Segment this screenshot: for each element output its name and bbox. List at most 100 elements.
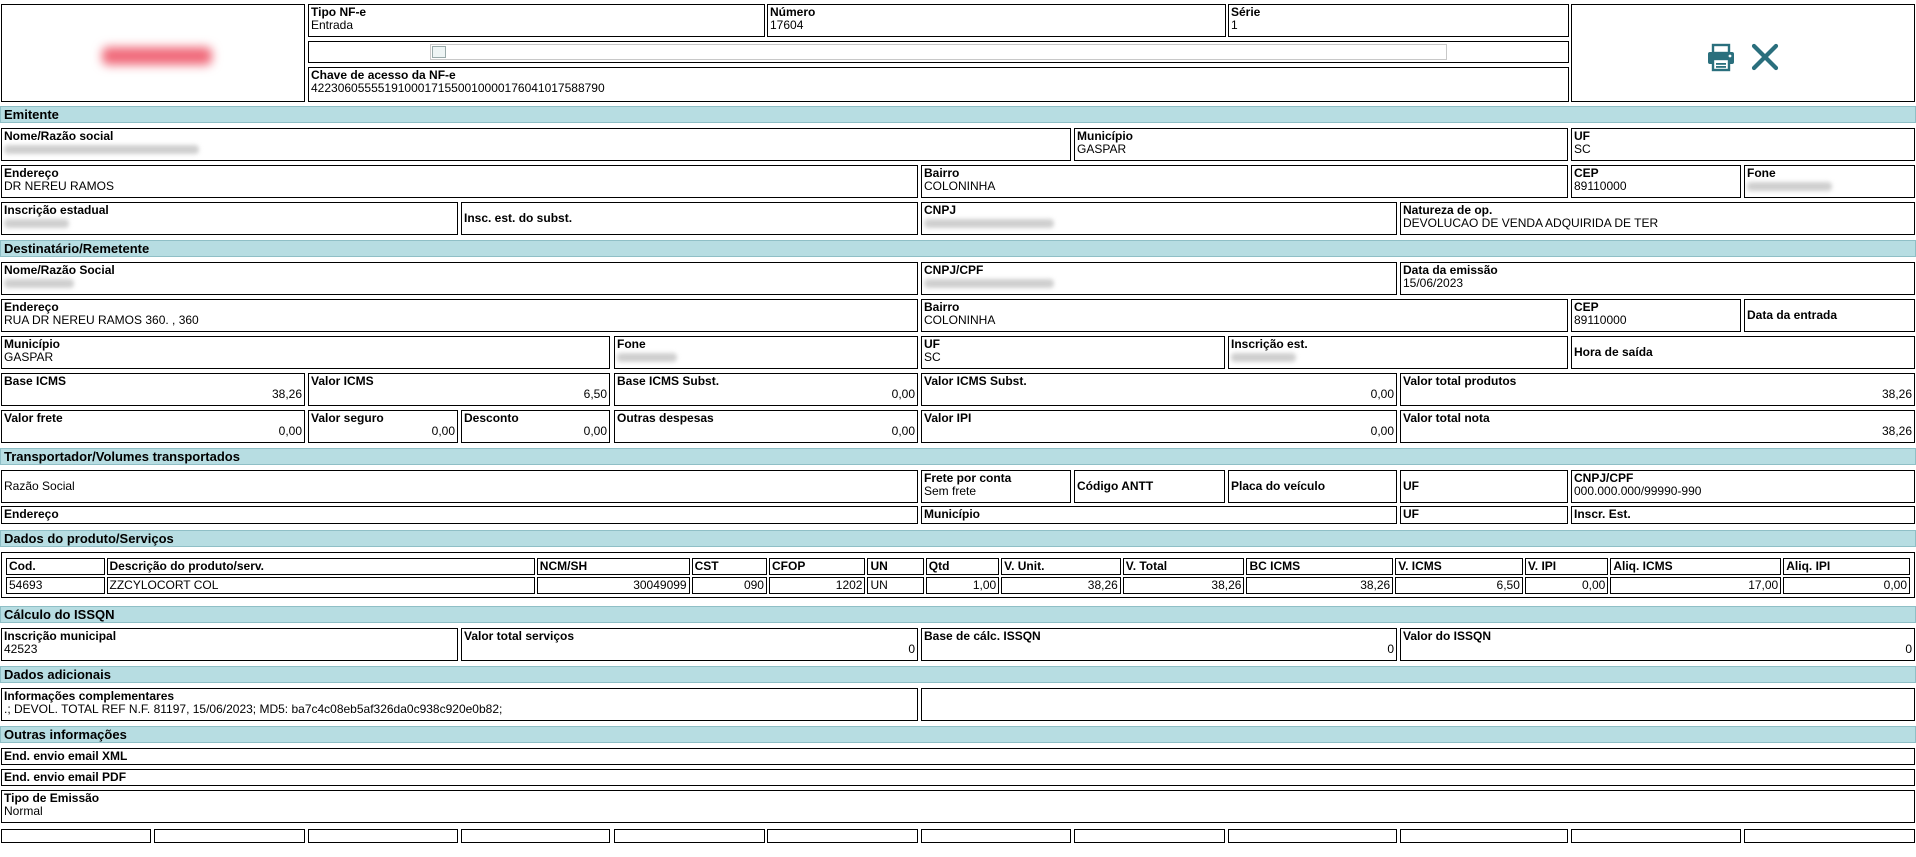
dest-emissao-value: 15/06/2023	[1403, 276, 1464, 290]
base-icms-field: Base ICMS 38,26	[1, 373, 305, 406]
emitente-nome-value	[4, 143, 1068, 156]
base-icms-st-value: 0,00	[891, 387, 915, 401]
spacer-cell	[921, 829, 1071, 843]
barcode-image	[430, 44, 1447, 60]
dest-municipio-value: GASPAR	[4, 350, 54, 364]
section-produtos: Dados do produto/Serviços	[0, 530, 1916, 547]
print-button[interactable]	[1704, 41, 1738, 73]
desconto-value: 0,00	[583, 424, 607, 438]
table-row: 54693 ZZCYLOCORT COL 30049099 090 1202 U…	[6, 577, 1910, 594]
transp-ie-label: Inscr. Est.	[1574, 507, 1631, 521]
valor-icms-st-value: 0,00	[1370, 387, 1394, 401]
dest-nome-field: Nome/Razão Social	[1, 262, 918, 295]
outras-despesas-value: 0,00	[891, 424, 915, 438]
issqn-im-field: Inscrição municipal 42523	[1, 628, 458, 661]
spacer-cell	[1744, 829, 1915, 843]
dest-fone-value	[617, 351, 915, 364]
info-complementares-field: Informações complementares .; DEVOL. TOT…	[1, 688, 918, 721]
numero-field: Número 17604	[767, 4, 1226, 37]
dest-uf-label: UF	[924, 337, 940, 351]
section-transportador: Transportador/Volumes transportados	[0, 448, 1916, 465]
cell-qtd: 1,00	[925, 577, 1000, 594]
emitente-ie-label: Inscrição estadual	[4, 203, 109, 217]
info-complementares-value: .; DEVOL. TOTAL REF N.F. 81197, 15/06/20…	[4, 702, 503, 716]
dest-uf-value: SC	[924, 350, 941, 364]
col-un: UN	[867, 558, 924, 575]
info-fisco-field	[921, 688, 1915, 721]
col-descricao: Descrição do produto/serv.	[106, 558, 535, 575]
col-cst: CST	[691, 558, 767, 575]
emitente-bairro-field: Bairro COLONINHA	[921, 165, 1568, 198]
cell-cfop: 1202	[768, 577, 866, 594]
transp-placa-label: Placa do veículo	[1231, 479, 1326, 493]
emitente-municipio-value: GASPAR	[1077, 142, 1127, 156]
valor-seguro-value: 0,00	[431, 424, 455, 438]
dest-municipio-field: Município GASPAR	[1, 336, 610, 369]
close-icon	[1751, 43, 1779, 71]
col-vipi: V. IPI	[1524, 558, 1609, 575]
emitente-fone-field: Fone	[1744, 165, 1915, 198]
valor-frete-label: Valor frete	[4, 411, 63, 425]
transp-razao-label: Razão Social	[4, 479, 75, 493]
cell-descricao: ZZCYLOCORT COL	[106, 577, 535, 594]
tipo-emissao-value: Normal	[4, 804, 43, 818]
total-produtos-field: Valor total produtos 38,26	[1400, 373, 1915, 406]
total-nota-value: 38,26	[1881, 424, 1912, 438]
total-nota-field: Valor total nota 38,26	[1400, 410, 1915, 443]
issqn-valor-value: 0	[1905, 642, 1912, 656]
dest-cnpj-label: CNPJ/CPF	[924, 263, 984, 277]
tipo-nfe-field: Tipo NF-e Entrada	[308, 4, 765, 37]
transp-antt-label: Código ANTT	[1077, 479, 1154, 493]
col-ncm: NCM/SH	[536, 558, 690, 575]
emitente-ie-field: Inscrição estadual	[1, 202, 458, 235]
spacer-cell	[308, 829, 458, 843]
transp-uf-field: UF	[1400, 470, 1568, 503]
emitente-cnpj-field: CNPJ	[921, 202, 1397, 235]
dest-cep-field: CEP 89110000	[1571, 299, 1741, 332]
cell-ncm: 30049099	[536, 577, 690, 594]
produtos-header-row: Cod. Descrição do produto/serv. NCM/SH C…	[6, 558, 1910, 575]
emitente-natureza-value: DEVOLUCAO DE VENDA ADQUIRIDA DE TER	[1403, 216, 1659, 230]
emitente-iest-field: Insc. est. do subst.	[461, 202, 918, 235]
chave-acesso-field: Chave de acesso da NF-e 4223060555519100…	[308, 67, 1569, 102]
transp-razao-field: Razão Social	[1, 470, 918, 503]
serie-field: Série 1	[1228, 4, 1569, 37]
serie-value: 1	[1231, 18, 1238, 32]
emitente-endereco-label: Endereço	[4, 166, 59, 180]
col-vtotal: V. Total	[1122, 558, 1245, 575]
emitente-fone-label: Fone	[1747, 166, 1776, 180]
cell-bcicms: 38,26	[1246, 577, 1394, 594]
emitente-iest-label: Insc. est. do subst.	[464, 211, 573, 225]
issqn-valor-label: Valor do ISSQN	[1403, 629, 1492, 643]
close-button[interactable]	[1748, 41, 1782, 73]
valor-icms-field: Valor ICMS 6,50	[308, 373, 610, 406]
numero-value: 17604	[770, 18, 804, 32]
dest-cnpj-field: CNPJ/CPF	[921, 262, 1397, 295]
spacer-cell	[1, 829, 151, 843]
base-icms-value: 38,26	[271, 387, 302, 401]
emitente-uf-label: UF	[1574, 129, 1590, 143]
transp-ie-field: Inscr. Est.	[1571, 506, 1915, 524]
valor-frete-value: 0,00	[278, 424, 302, 438]
dest-nome-label: Nome/Razão Social	[4, 263, 115, 277]
base-icms-label: Base ICMS	[4, 374, 67, 388]
issqn-base-label: Base de cálc. ISSQN	[924, 629, 1041, 643]
spacer-cell	[154, 829, 305, 843]
company-logo-box	[1, 4, 305, 102]
transp-antt-field: Código ANTT	[1074, 470, 1225, 503]
broken-image-icon	[432, 46, 446, 58]
dest-ie-value	[1231, 351, 1565, 364]
transp-cnpj-field: CNPJ/CPF 000.000.000/99990-990	[1571, 470, 1915, 503]
tipo-emissao-field: Tipo de Emissão Normal	[1, 790, 1915, 823]
transp-uf2-label: UF	[1403, 507, 1419, 521]
total-produtos-label: Valor total produtos	[1403, 374, 1517, 388]
issqn-im-value: 42523	[4, 642, 38, 656]
issqn-base-field: Base de cálc. ISSQN 0	[921, 628, 1397, 661]
emitente-cnpj-label: CNPJ	[924, 203, 957, 217]
email-pdf-label: End. envio email PDF	[4, 770, 127, 784]
cell-cst: 090	[691, 577, 767, 594]
cell-un: UN	[867, 577, 924, 594]
section-emitente: Emitente	[0, 106, 1916, 123]
transp-endereco-label: Endereço	[4, 507, 59, 521]
transp-cnpj-value: 000.000.000/99990-990	[1574, 484, 1702, 498]
